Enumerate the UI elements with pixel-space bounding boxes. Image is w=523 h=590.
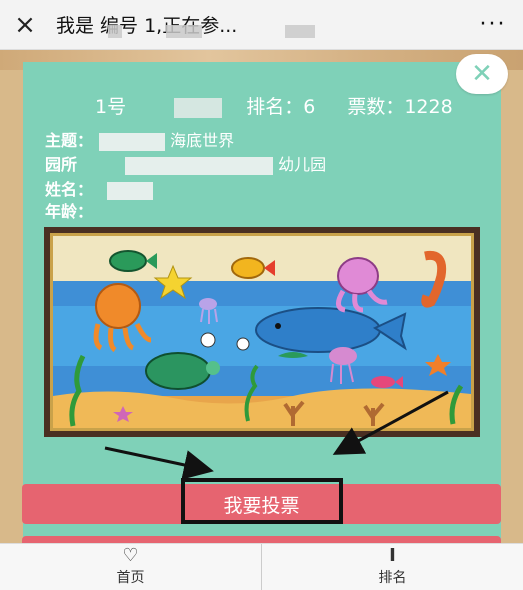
entry-stats: 1号 排名：6 票数：1228 bbox=[95, 92, 495, 119]
entry-votes: 票数：1228 bbox=[347, 96, 453, 118]
name-row: 姓名： bbox=[45, 176, 153, 200]
nav-home-label: 首页 bbox=[116, 570, 145, 586]
sea-world-drawing bbox=[53, 236, 471, 428]
school-label: 园所 bbox=[45, 155, 78, 174]
page-title-text: 我是 编号 1,正在参... bbox=[56, 15, 238, 37]
artwork-image[interactable] bbox=[44, 227, 480, 437]
rank-icon: I bbox=[389, 545, 396, 566]
nav-rank[interactable]: I 排名 bbox=[261, 544, 523, 590]
name-label: 姓名： bbox=[45, 180, 94, 199]
nav-home[interactable]: ♡ 首页 bbox=[0, 544, 261, 590]
mask-block bbox=[98, 132, 165, 151]
mask-block bbox=[106, 181, 153, 200]
nav-rank-label: 排名 bbox=[378, 570, 407, 586]
school-value: 幼儿园 bbox=[278, 155, 327, 174]
mask-block bbox=[174, 97, 223, 118]
page-title: 我是 编号 1,正在参... bbox=[50, 11, 463, 38]
theme-row: 主题： 海底世界 bbox=[45, 127, 234, 151]
mask-block bbox=[124, 156, 273, 175]
more-menu-icon[interactable]: ··· bbox=[463, 0, 523, 50]
entry-rank: 排名：6 bbox=[246, 96, 316, 118]
bottom-nav: ♡ 首页 I 排名 bbox=[0, 543, 523, 590]
card-close-icon[interactable]: ✕ bbox=[456, 54, 508, 94]
artwork-canvas bbox=[50, 233, 474, 431]
theme-label: 主题： bbox=[45, 131, 94, 150]
age-row: 年龄： bbox=[45, 198, 93, 222]
close-icon[interactable]: × bbox=[0, 0, 50, 50]
age-label: 年龄： bbox=[45, 202, 94, 221]
entry-number: 1号 bbox=[95, 96, 127, 118]
theme-value: 海底世界 bbox=[170, 131, 235, 150]
school-row: 园所 幼儿园 bbox=[45, 151, 326, 175]
heart-icon: ♡ bbox=[122, 545, 139, 566]
top-bar: × 我是 编号 1,正在参... ··· bbox=[0, 0, 523, 50]
vote-button-label: 我要投票 bbox=[223, 494, 300, 517]
